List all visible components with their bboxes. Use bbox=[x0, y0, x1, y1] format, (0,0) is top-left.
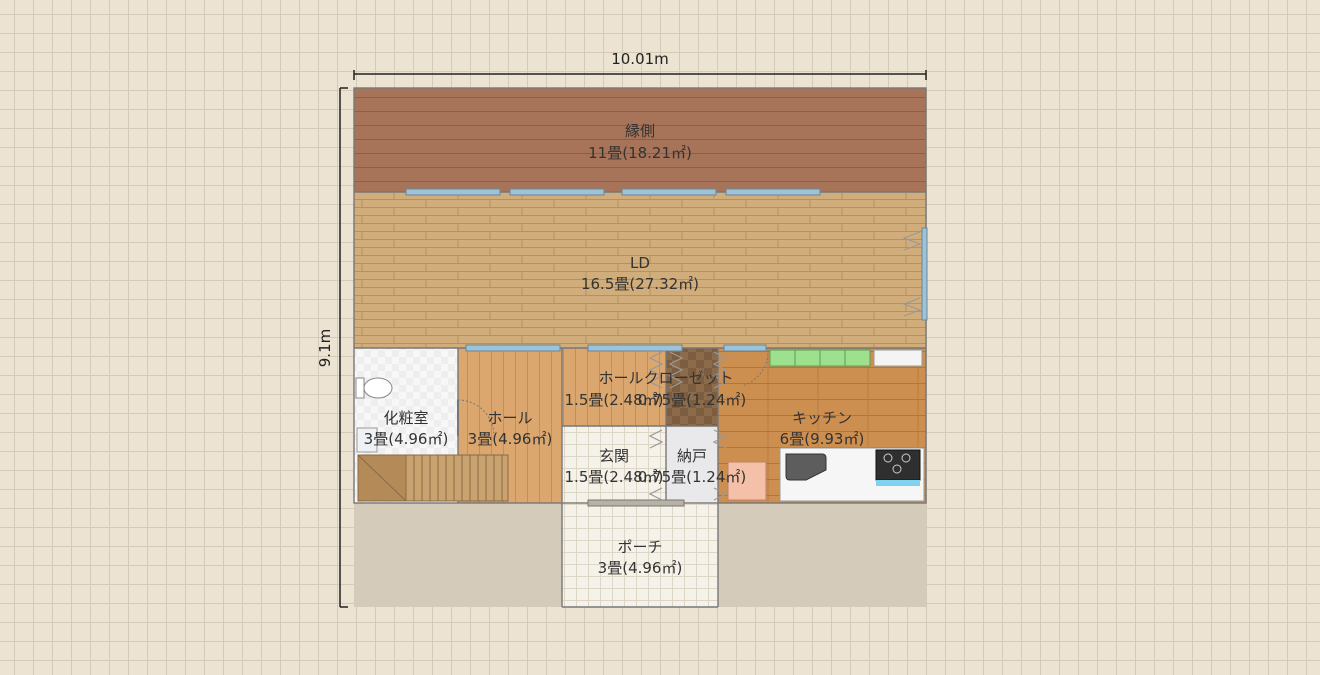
room-ld-name: LD bbox=[630, 254, 650, 272]
width-dimension-label: 10.01m bbox=[611, 50, 669, 68]
room-hall-closet-floor bbox=[562, 348, 666, 426]
room-ld-area: 16.5畳(27.32㎡) bbox=[581, 275, 699, 293]
staircase bbox=[357, 454, 509, 502]
room-hall-closet-area2: 0.75畳(1.24㎡) bbox=[638, 391, 747, 409]
kitchen-counter bbox=[779, 447, 925, 502]
room-keshoshitsu-area: 3畳(4.96㎡) bbox=[364, 430, 449, 448]
room-hall-name: ホール bbox=[487, 409, 532, 427]
room-closet-floor bbox=[666, 348, 718, 426]
room-keshoshitsu-name: 化粧室 bbox=[383, 409, 428, 427]
kitchen-counter-top bbox=[769, 349, 923, 367]
room-hall-area: 3畳(4.96㎡) bbox=[468, 430, 553, 448]
room-kitchen-name: キッチン bbox=[792, 409, 852, 427]
room-engawa-area: 11畳(18.21㎡) bbox=[588, 144, 692, 162]
room-genkan-name: 玄関 bbox=[599, 447, 629, 465]
room-engawa-name: 縁側 bbox=[625, 122, 655, 140]
room-kitchen-area: 6畳(9.93㎡) bbox=[780, 430, 865, 448]
room-hall-closet-name: ホールクローゼット bbox=[598, 369, 733, 387]
room-nando-name: 納戸 bbox=[677, 447, 707, 465]
room-engawa-floor bbox=[354, 88, 926, 192]
dimension-height bbox=[339, 87, 348, 608]
room-nando-area: 0.75畳(1.24㎡) bbox=[638, 468, 747, 486]
height-dimension-label: 9.1m bbox=[316, 329, 334, 367]
dimension-width bbox=[353, 70, 927, 80]
floor-plan: 10.01m 9.1m 縁側 11畳(18.21㎡) LD 16.5畳(27.3… bbox=[316, 50, 928, 608]
room-porch-name: ポーチ bbox=[617, 538, 662, 556]
toilet bbox=[355, 377, 393, 399]
room-porch-area: 3畳(4.96㎡) bbox=[598, 559, 683, 577]
